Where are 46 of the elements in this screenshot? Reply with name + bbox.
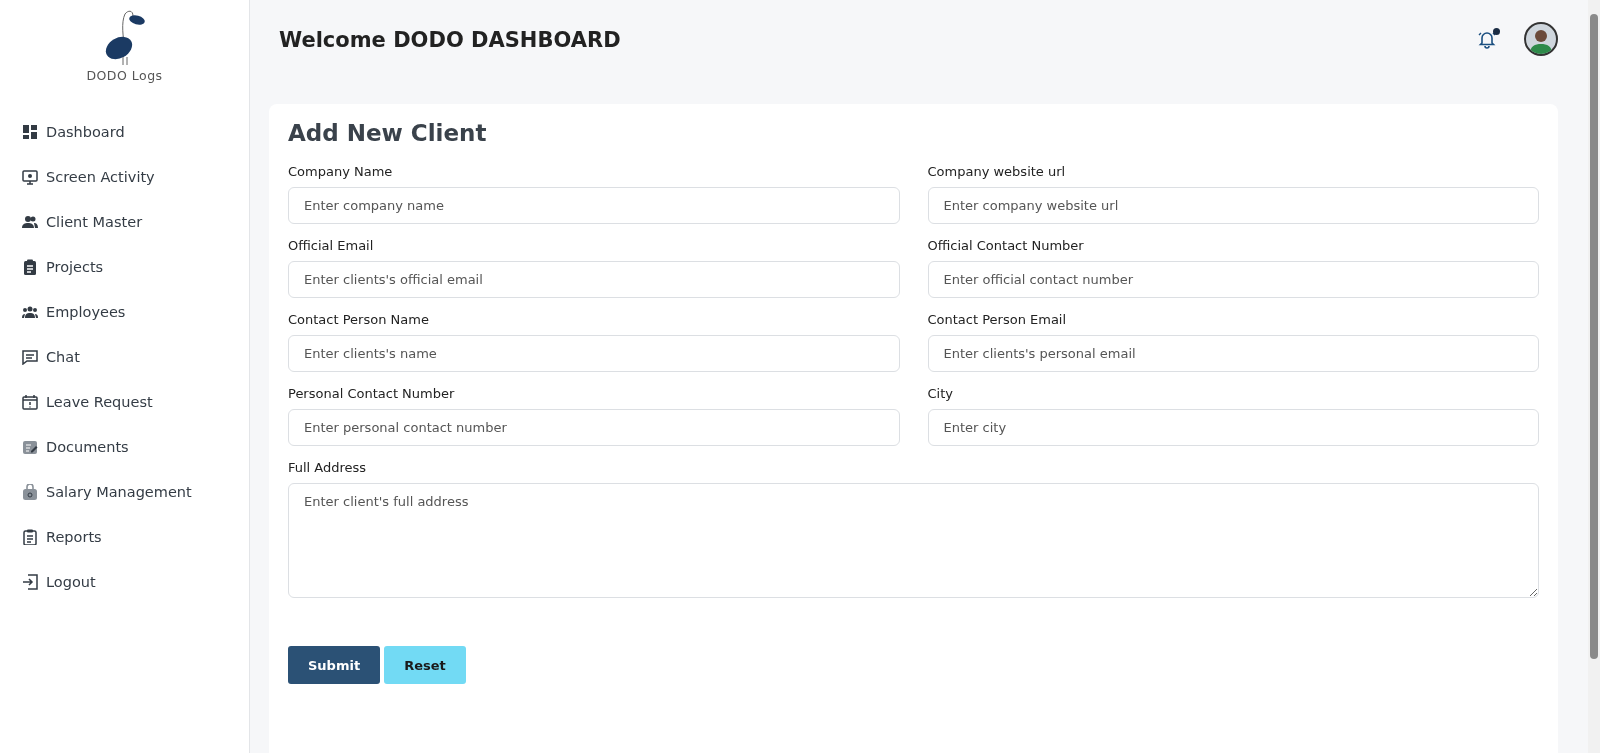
- field-label: Company Name: [288, 164, 394, 179]
- notification-button[interactable]: [1476, 28, 1498, 50]
- input-field[interactable]: Enter company website url: [927, 187, 1539, 224]
- input-field[interactable]: Enter clients's personal email: [927, 335, 1539, 372]
- field-label: Company website url: [927, 164, 1067, 179]
- input-field[interactable]: Enter clients's name: [288, 335, 900, 372]
- monitor-icon: [22, 168, 38, 185]
- field-label: City: [927, 386, 954, 401]
- address-field[interactable]: Enter client's full address: [288, 483, 1539, 598]
- people-icon: [22, 213, 38, 230]
- input-field[interactable]: Enter official contact number: [927, 261, 1539, 298]
- input-field[interactable]: Enter personal contact number: [288, 409, 900, 446]
- sidebar-item[interactable]: Salary Management: [22, 469, 249, 514]
- calendar-icon: [22, 393, 38, 410]
- field-label: Contact Person Email: [927, 312, 1068, 327]
- field-label: Contact Person Name: [288, 312, 430, 327]
- submit-button[interactable]: Submit: [288, 646, 381, 684]
- input-field[interactable]: Enter company name: [288, 187, 900, 224]
- avatar-icon[interactable]: [1524, 22, 1558, 56]
- reset-button[interactable]: Reset: [384, 646, 466, 684]
- sidebar-item[interactable]: Chat: [22, 334, 249, 379]
- sidebar-item[interactable]: Dashboard: [22, 109, 249, 154]
- document-icon: [22, 438, 38, 455]
- clipboard-icon: [22, 258, 38, 275]
- logout-icon: [22, 573, 38, 590]
- form-title: Add New Client: [288, 120, 488, 146]
- field-label: Personal Contact Number: [288, 386, 456, 401]
- logo-text: DODO Logs: [86, 68, 163, 83]
- input-field[interactable]: Enter city: [927, 409, 1539, 446]
- field-label: Official Email: [288, 238, 375, 253]
- sidebar-item[interactable]: Logout: [22, 559, 249, 604]
- sidebar-item[interactable]: Reports: [22, 514, 249, 559]
- scrollbar[interactable]: [1588, 0, 1600, 753]
- sidebar-item[interactable]: Projects: [22, 244, 249, 289]
- sidebar-item[interactable]: Client Master: [22, 199, 249, 244]
- report-icon: [22, 528, 38, 545]
- sidebar-item[interactable]: Screen Activity: [22, 154, 249, 199]
- sidebar-item[interactable]: Employees: [22, 289, 249, 334]
- sidebar-item[interactable]: Leave Request: [22, 379, 249, 424]
- field-label: Full Address: [288, 460, 368, 475]
- input-field[interactable]: Enter clients's official email: [288, 261, 900, 298]
- page-title: Welcome DODO DASHBOARD: [279, 28, 621, 52]
- field-label: Official Contact Number: [927, 238, 1085, 253]
- chat-icon: [22, 348, 38, 365]
- dashboard-icon: [22, 123, 38, 140]
- sidebar-item[interactable]: Documents: [22, 424, 249, 469]
